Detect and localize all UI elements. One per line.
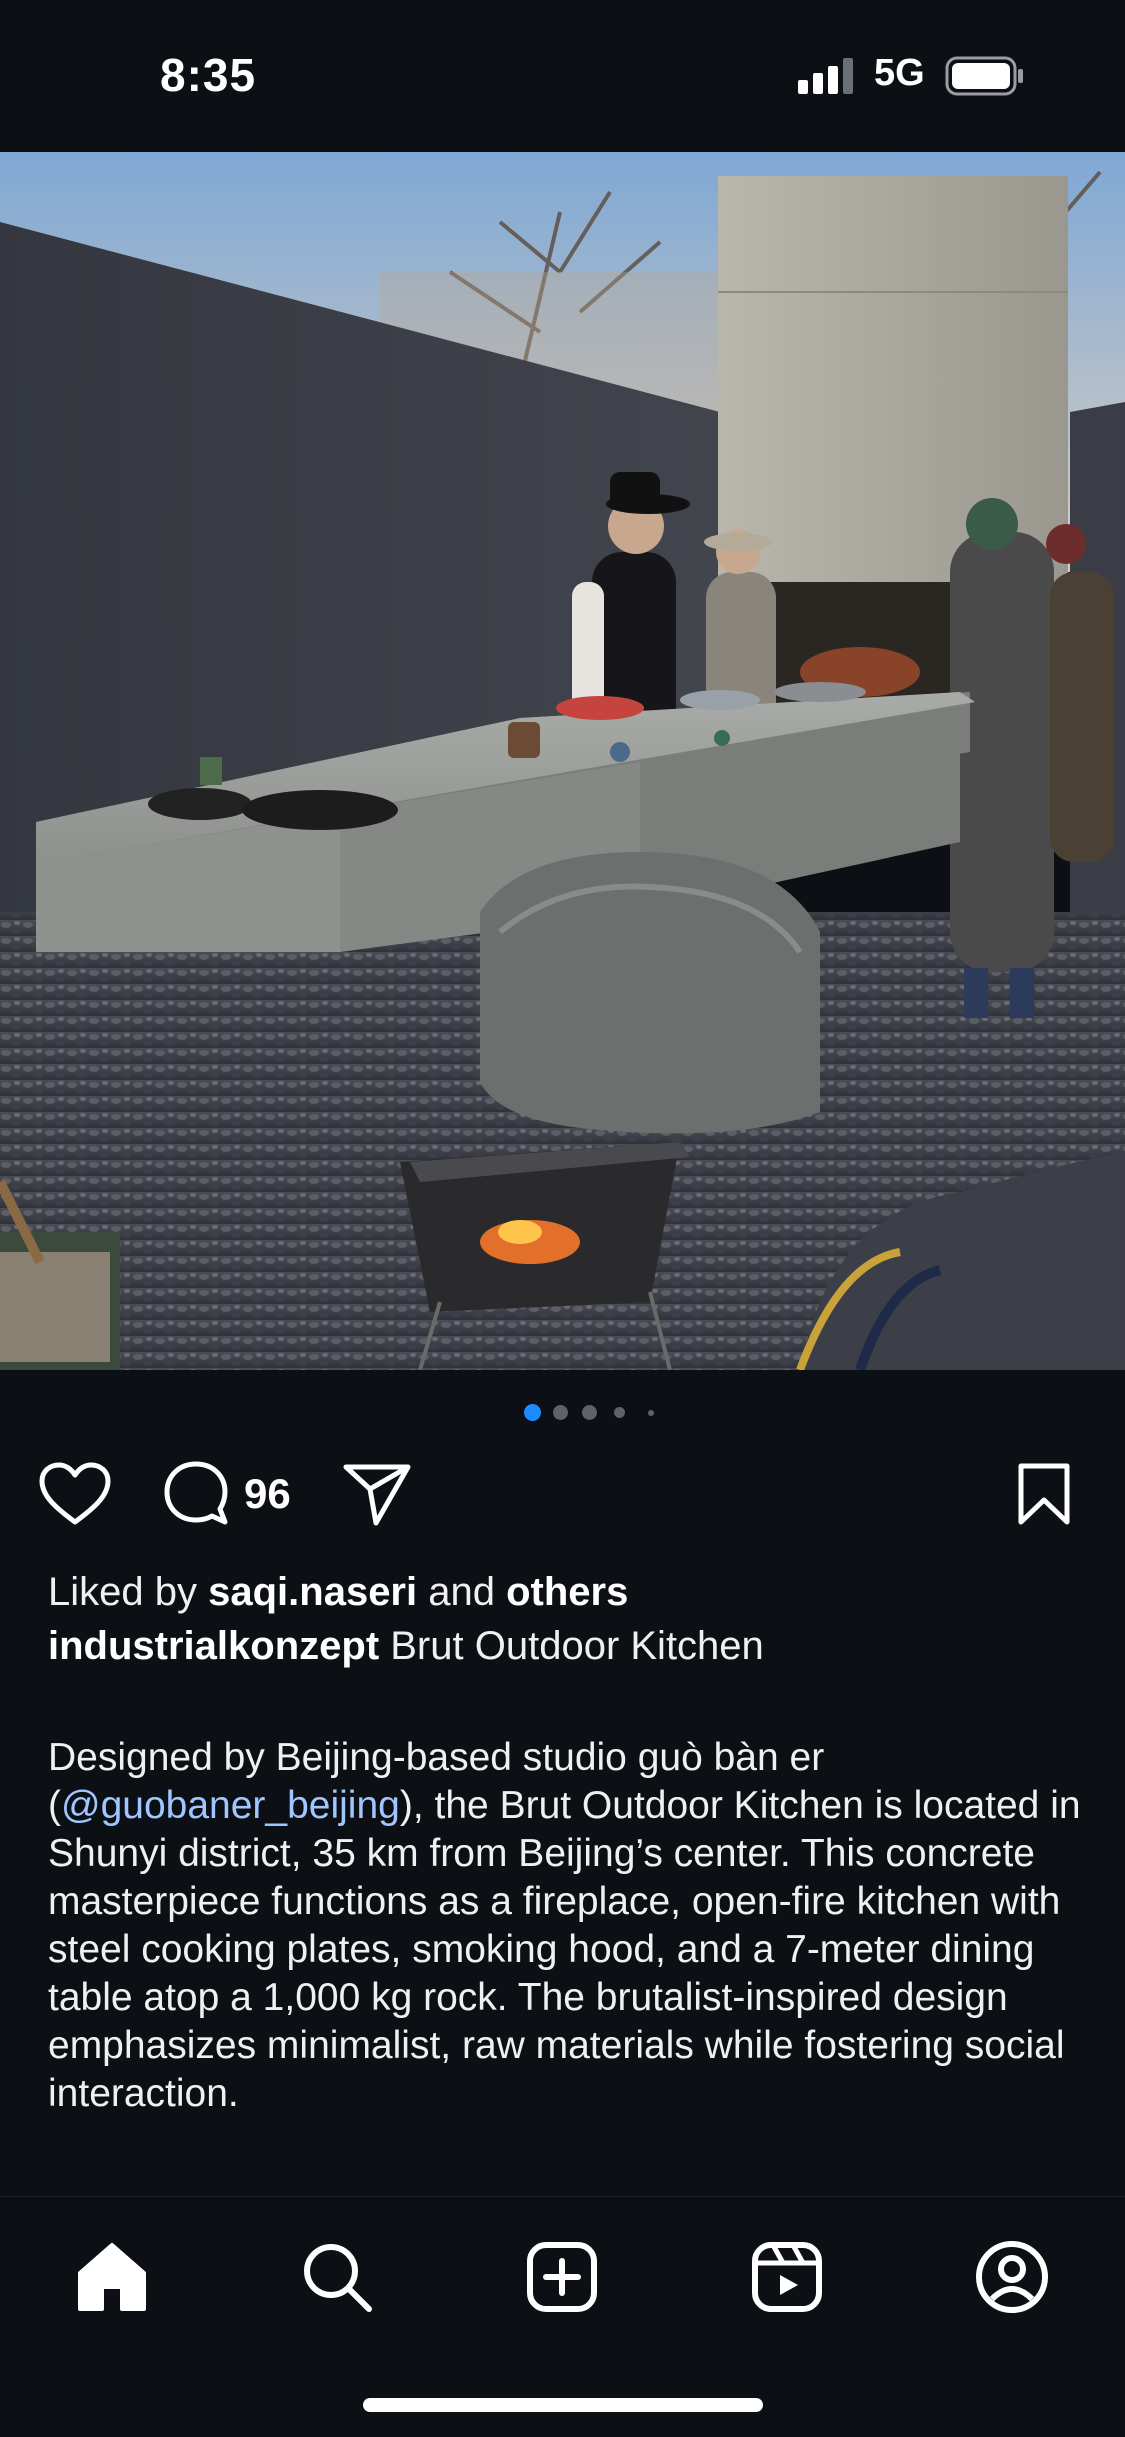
caption-title: Brut Outdoor Kitchen [379,1624,764,1668]
network-label: 5G [874,52,925,94]
paper-plane-icon [343,1464,411,1526]
search-icon [304,2244,372,2312]
comment-count: 96 [244,1470,291,1517]
profile-icon [976,2241,1048,2313]
comment-bubble-icon [164,1461,228,1525]
likes-middle: and [417,1570,507,1614]
mention-link[interactable]: @guobaner_beijing [61,1784,400,1827]
carousel-indicator [0,1404,1125,1424]
tab-profile[interactable] [972,2237,1052,2317]
signal-icon [798,58,853,94]
post-image[interactable] [0,152,1125,1370]
reels-icon [752,2242,822,2312]
plus-square-icon [527,2242,597,2312]
tab-search[interactable] [297,2237,377,2317]
comment-button[interactable]: 96 [162,1452,322,1536]
tab-create[interactable] [522,2237,602,2317]
battery-icon [945,56,1023,96]
caption-body-end: ), the Brut Outdoor Kitchen is located i… [48,1784,1081,2115]
caption-body: Designed by Beijing-based studio guò bàn… [48,1734,1088,2118]
carousel-dot [553,1405,568,1420]
likes-summary: Liked by saqi.naseri and others [48,1570,628,1615]
likes-prefix: Liked by [48,1570,209,1614]
liker-username[interactable]: saqi.naseri [208,1570,417,1614]
tab-home[interactable] [72,2237,152,2317]
heart-icon [39,1462,111,1525]
save-button[interactable] [1016,1452,1076,1536]
carousel-dot [614,1407,625,1418]
like-button[interactable] [38,1452,118,1536]
post-author-username[interactable]: industrialkonzept [48,1624,379,1668]
post-actions: 96 [0,1452,1125,1542]
carousel-dot-active [524,1404,541,1421]
caption-header: industrialkonzept Brut Outdoor Kitchen [48,1624,764,1669]
carousel-dot [648,1410,654,1416]
status-time: 8:35 [160,49,257,101]
home-icon [78,2243,146,2311]
home-indicator[interactable] [363,2398,763,2412]
likes-others-link[interactable]: others [506,1570,628,1614]
status-bar: 8:35 5G [0,0,1125,152]
carousel-dot [582,1405,597,1420]
bookmark-icon [1018,1463,1070,1525]
tab-reels[interactable] [747,2237,827,2317]
share-button[interactable] [342,1452,422,1536]
